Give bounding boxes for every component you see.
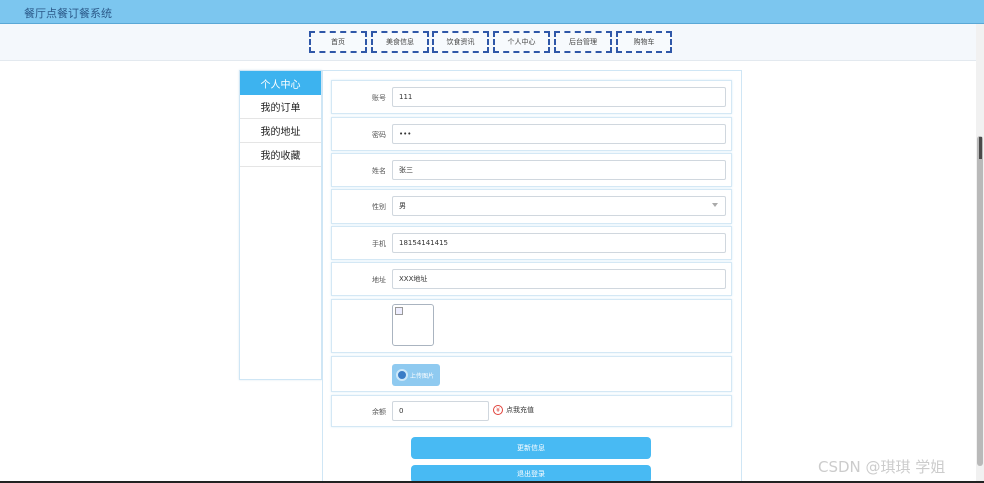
watermark: CSDN @琪琪 学姐 <box>818 458 946 476</box>
account-label: 账号 <box>372 94 386 102</box>
scrollbar-marker <box>979 137 982 159</box>
nav-food-info[interactable]: 美食信息 <box>371 31 429 53</box>
nav-personal-center[interactable]: 个人中心 <box>493 31 550 53</box>
gender-value: 男 <box>399 202 406 210</box>
address-label: 地址 <box>372 276 386 284</box>
password-row: 密码 ••• <box>331 117 732 151</box>
upload-row: 上传图片 <box>331 356 732 392</box>
nav-home[interactable]: 首页 <box>309 31 367 53</box>
broken-image-icon <box>395 307 403 315</box>
balance-input[interactable]: 0 <box>392 401 489 421</box>
avatar-image <box>392 304 434 346</box>
password-label: 密码 <box>372 131 386 139</box>
name-row: 姓名 张三 <box>331 153 732 187</box>
nav-cart[interactable]: 购物车 <box>616 31 672 53</box>
recharge-link[interactable]: ¥ 点我充值 <box>493 405 534 415</box>
account-input[interactable]: 111 <box>392 87 726 107</box>
yen-icon: ¥ <box>493 405 503 415</box>
app-title: 餐厅点餐订餐系统 <box>24 7 112 20</box>
sidebar-item-my-favorites[interactable]: 我的收藏 <box>240 143 321 167</box>
nav-admin[interactable]: 后台管理 <box>554 31 612 53</box>
avatar-row <box>331 299 732 353</box>
recharge-label: 点我充值 <box>506 406 534 414</box>
sidebar: 个人中心 我的订单 我的地址 我的收藏 <box>239 70 322 380</box>
gender-row: 性别 男 <box>331 189 732 224</box>
balance-row: 余额 0 ¥ 点我充值 <box>331 395 732 427</box>
address-row: 地址 XXX地址 <box>331 262 732 296</box>
gender-label: 性别 <box>372 203 386 211</box>
balance-label: 余额 <box>372 408 386 416</box>
upload-image-button[interactable]: 上传图片 <box>392 364 440 386</box>
account-row: 账号 111 <box>331 80 732 114</box>
upload-label: 上传图片 <box>410 372 435 380</box>
phone-row: 手机 18154141415 <box>331 226 732 260</box>
sidebar-item-my-orders[interactable]: 我的订单 <box>240 95 321 119</box>
name-label: 姓名 <box>372 167 386 175</box>
gender-select[interactable]: 男 <box>392 196 726 216</box>
name-input[interactable]: 张三 <box>392 160 726 180</box>
chevron-down-icon <box>712 203 718 207</box>
password-input[interactable]: ••• <box>392 124 726 144</box>
sidebar-item-my-address[interactable]: 我的地址 <box>240 119 321 143</box>
phone-input[interactable]: 18154141415 <box>392 233 726 253</box>
nav-diet-news[interactable]: 饮食资讯 <box>432 31 489 53</box>
top-nav: 首页 美食信息 饮食资讯 个人中心 后台管理 购物车 <box>0 24 984 61</box>
phone-label: 手机 <box>372 240 386 248</box>
address-input[interactable]: XXX地址 <box>392 269 726 289</box>
update-info-button[interactable]: 更新信息 <box>411 437 651 459</box>
title-bar: 餐厅点餐订餐系统 <box>0 0 984 24</box>
sidebar-item-personal-center[interactable]: 个人中心 <box>240 71 321 95</box>
scrollbar-thumb[interactable] <box>977 136 983 466</box>
upload-icon <box>396 369 408 381</box>
